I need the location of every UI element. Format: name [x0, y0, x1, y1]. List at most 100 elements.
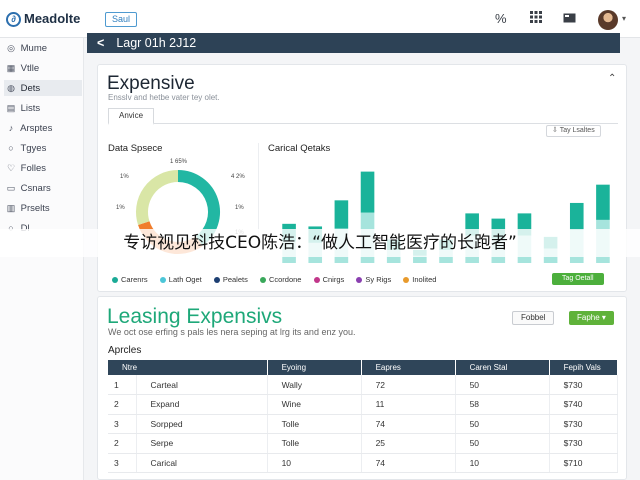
table-cell: 1 [108, 375, 137, 395]
legend-label: Sy Rigs [365, 275, 392, 284]
legend-dot [159, 277, 166, 284]
bar [334, 200, 349, 229]
column-header[interactable]: Eyoing [267, 360, 362, 375]
table-cell: $710 [549, 453, 619, 473]
legend-item: Sy Rigs [356, 275, 391, 284]
expensive-card: Expensive Ensslv and hetbe vater tey ole… [97, 64, 627, 292]
tag-detail-button[interactable]: Tag Oetall [552, 273, 604, 285]
legend-dot [403, 277, 410, 284]
column-header[interactable]: Caren Stal [455, 360, 550, 375]
music-icon: ♪ [8, 123, 14, 133]
table-cell: 10 [455, 453, 550, 473]
table-row[interactable]: 2 Expand Wine 11 58 $740 [108, 394, 619, 415]
outline-button[interactable]: Fobbel [512, 311, 555, 325]
logo-icon: ∂ [6, 12, 21, 27]
sidebar-item-csnars[interactable]: ▭ Csnars [4, 180, 82, 196]
table-cell: 74 [361, 453, 456, 473]
data-table: Ntre Eyoing Eapres Caren Stal Fepih Vals… [108, 360, 619, 473]
sidebar-item-arsptes[interactable]: ♪ Arsptes [4, 120, 82, 136]
page-title: Lagr 01h 2J12 [116, 36, 197, 50]
sidebar-item-folles[interactable]: ♡ Folles [4, 160, 82, 176]
table-cell: 2 [108, 433, 137, 454]
table-cell: 50 [455, 433, 550, 454]
legend-label: Cnirgs [322, 275, 345, 284]
legend-dot [213, 277, 220, 284]
legend-item: Ccordone [259, 275, 302, 284]
globe-icon: ◍ [7, 83, 15, 93]
bar [360, 171, 375, 213]
pie-slice [136, 170, 179, 225]
legend-item: Inolited [403, 275, 436, 284]
pie-label: 1 65% [170, 159, 188, 165]
table-cell: $730 [549, 375, 619, 395]
sidebar-item-label: Vtlle [20, 63, 40, 74]
table-cell: 50 [455, 375, 550, 395]
table-cell: Sorpped [136, 414, 268, 434]
card-subtitle: We oct ose erfing s pals les nera seping… [108, 327, 356, 337]
table-cell: 58 [455, 394, 550, 415]
table-cell: Tolle [267, 414, 362, 434]
table-cell: 72 [361, 375, 456, 395]
table-row[interactable]: 1 Carteal Wally 72 50 $730 [108, 375, 619, 395]
pie-label: 1% [120, 174, 129, 180]
circle-icon: ○ [8, 143, 14, 153]
sidebar-item-tgyes[interactable]: ○ Tgyes [4, 140, 82, 156]
chevron-down-icon[interactable]: ▾ [622, 14, 626, 23]
table-cell: 2 [108, 394, 137, 415]
table-cell: Tolle [267, 433, 362, 454]
window-icon[interactable] [563, 11, 576, 26]
leasing-card: Leasing Expensivs We oct ose erfing s pa… [97, 296, 627, 480]
filter-dropdown[interactable]: ⇩ Tay Lsaltes [546, 125, 601, 137]
pie-label: 1% [235, 205, 244, 211]
table-cell: 74 [361, 414, 456, 434]
chart-legend: Carenrs Lath Oget Pealets Ccordone Cnirg… [112, 275, 446, 284]
sidebar-item-dets[interactable]: ◍ Dets [4, 80, 82, 96]
table-cell: 50 [455, 414, 550, 434]
sidebar-item-lists[interactable]: ▤ Lists [4, 100, 82, 116]
pie-label: 1% [116, 205, 125, 211]
home-icon: ◎ [7, 43, 15, 53]
tab-anvice[interactable]: Anvice [108, 108, 155, 125]
table-cell: 11 [361, 394, 456, 415]
column-header[interactable]: Fepih Vals [549, 360, 619, 375]
pie-label: 4 2% [231, 174, 245, 180]
table-cell: $740 [549, 394, 619, 415]
table-row[interactable]: 2 Serpe Tolle 25 50 $730 [108, 433, 619, 454]
column-header[interactable]: Ntre [108, 360, 268, 375]
back-icon[interactable]: < [97, 36, 104, 50]
grid-icon[interactable] [530, 11, 542, 26]
table-icon: ▦ [6, 63, 16, 73]
sidebar: ◎ Mume ▦ Vtlle ◍ Dets ▤ Lists ♪ Arsptes … [0, 38, 84, 480]
table-header-row: Ntre Eyoing Eapres Caren Stal Fepih Vals [108, 360, 619, 375]
card-icon: ▭ [6, 183, 16, 193]
table-row[interactable]: 3 Carical 10 74 10 $710 [108, 453, 619, 473]
brand-badge[interactable]: Saul [105, 12, 138, 27]
sidebar-item-label: Prselts [20, 203, 50, 214]
column-header[interactable]: Eapres [361, 360, 456, 375]
user-avatar[interactable] [598, 10, 618, 30]
card-subtitle: Ensslv and hetbe vater tey olet. [108, 93, 220, 102]
card-title: Leasing Expensivs [107, 305, 283, 328]
primary-button[interactable]: Faphe ▾ [569, 311, 614, 325]
heart-icon: ♡ [6, 163, 16, 173]
table-cell: Expand [136, 394, 268, 415]
legend-label: Ccordone [268, 275, 302, 284]
legend-label: Lath Oget [168, 275, 202, 284]
sidebar-item-mume[interactable]: ◎ Mume [4, 40, 82, 56]
sidebar-item-label: Lists [20, 103, 41, 114]
brand-name: Meadolte [24, 11, 81, 26]
table-cell: $730 [549, 433, 619, 454]
bar-section-title: Carical Qetaks [268, 143, 331, 154]
legend-dot [259, 277, 266, 284]
table-cell: 3 [108, 414, 137, 434]
chevron-up-icon[interactable]: ⌃ [608, 73, 616, 84]
sidebar-item-label: Mume [20, 43, 48, 54]
table-cell: Carteal [136, 375, 268, 395]
bar [596, 184, 610, 220]
sidebar-item-vtlle[interactable]: ▦ Vtlle [4, 60, 82, 76]
primary-button-label: Faphe [577, 313, 600, 322]
percent-icon[interactable]: % [495, 11, 507, 26]
legend-dot [356, 277, 363, 284]
sidebar-item-prselts[interactable]: ▥ Prselts [4, 200, 82, 216]
table-row[interactable]: 3 Sorpped Tolle 74 50 $730 [108, 414, 619, 434]
